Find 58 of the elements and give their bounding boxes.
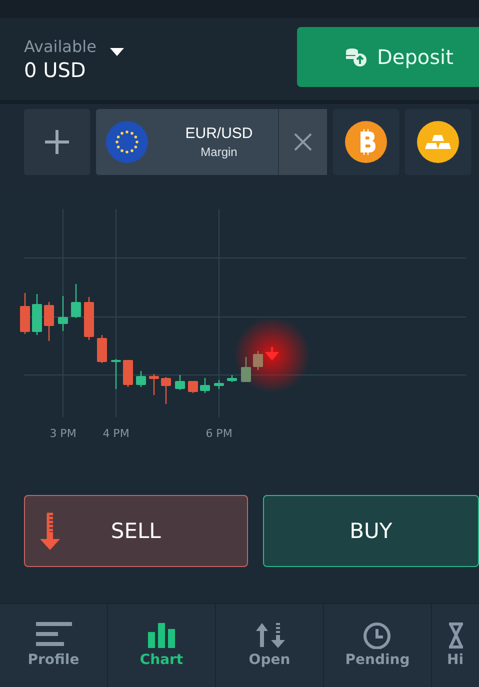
clock-icon [362, 622, 394, 649]
candle [44, 302, 54, 341]
caret-icon [110, 48, 124, 56]
coins-upload-icon [345, 47, 367, 67]
candle [188, 381, 198, 393]
plus-icon [44, 129, 70, 155]
candle [200, 378, 210, 393]
time-axis-label: 6 PM [206, 427, 232, 440]
asset-name: EUR/USD [184, 125, 254, 142]
nav-label: Open [248, 652, 290, 668]
up-down-arrows-icon [254, 622, 286, 649]
nav-label: Hi [447, 652, 464, 668]
time-axis-label: 3 PM [50, 427, 76, 440]
balance-label: Available [24, 36, 96, 56]
nav-label: Chart [140, 652, 184, 668]
candle [136, 371, 146, 387]
down-arrow-icon [39, 512, 61, 552]
candle [32, 294, 42, 335]
buy-button[interactable]: BUY [262, 495, 479, 567]
candle [214, 380, 224, 389]
sell-button[interactable]: SELL [24, 495, 248, 567]
asset-type: Margin [200, 145, 238, 159]
hourglass-icon [447, 622, 465, 649]
time-axis-label: 4 PM [102, 427, 130, 440]
deposit-button[interactable]: Deposit [297, 27, 479, 87]
close-icon [294, 133, 312, 151]
nav-tab[interactable]: Hi [432, 604, 479, 687]
menu-icon [36, 622, 72, 649]
nav-tab[interactable]: Chart [108, 604, 216, 687]
candle [20, 293, 30, 334]
candle [227, 375, 237, 382]
candle [58, 296, 68, 331]
eu-flag-icon [106, 121, 148, 163]
ingots-icon [417, 121, 459, 163]
candle [241, 357, 251, 382]
down-arrow-icon [266, 346, 280, 360]
asset-tab[interactable]: EUR/USD Margin [96, 109, 327, 175]
bar-chart-icon [146, 622, 178, 649]
nav-tab[interactable]: Profile [0, 604, 108, 687]
candle [149, 374, 159, 395]
nav-label: Profile [28, 652, 80, 668]
candle [123, 360, 133, 387]
nav-tab[interactable]: Pending [324, 604, 432, 687]
bitcoin-icon [345, 121, 387, 163]
nav-label: Pending [345, 652, 410, 668]
candle [161, 377, 171, 404]
add-asset-button[interactable] [24, 109, 90, 175]
candle [97, 335, 107, 363]
asset-tab[interactable] [405, 109, 471, 175]
close-tab-button[interactable] [278, 109, 327, 175]
balance-value: 0 USD [24, 58, 87, 82]
nav-tab[interactable]: Open [216, 604, 324, 687]
candle [253, 351, 263, 370]
asset-tab[interactable] [333, 109, 399, 175]
candle [175, 375, 185, 390]
candle [71, 284, 81, 318]
candle [111, 359, 121, 389]
candle [84, 297, 94, 340]
